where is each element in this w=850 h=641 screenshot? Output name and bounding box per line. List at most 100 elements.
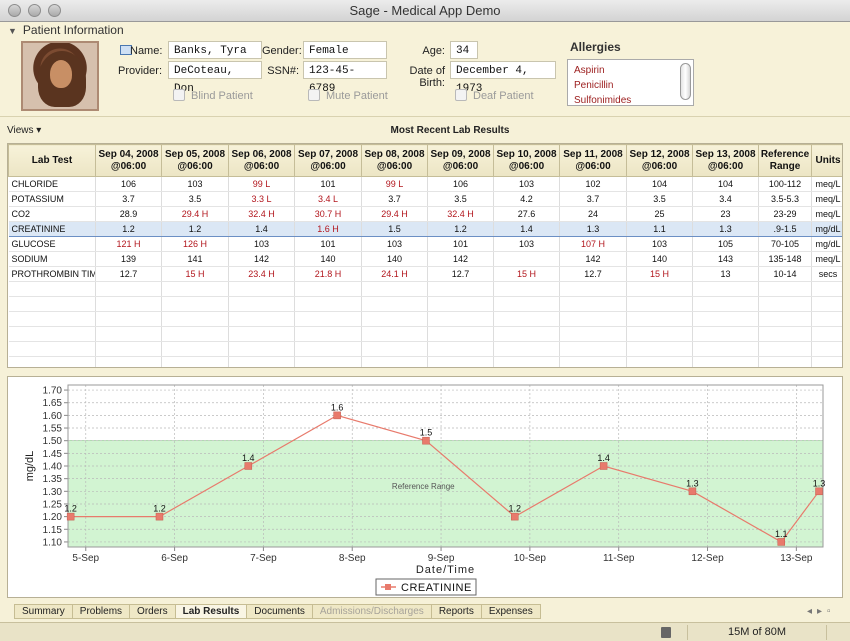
lab-value-cell: 105 (692, 236, 759, 252)
lab-value-cell: 141 (161, 251, 229, 267)
tab-scroll-arrows[interactable]: ◂▸▫ (807, 606, 836, 617)
lab-results-table[interactable]: Lab Test Sep 04, 2008 @06:00 Sep 05, 2008 … (7, 143, 843, 368)
y-tick-label: 1.40 (43, 462, 63, 473)
column-header[interactable]: Sep 06, 2008 @06:00 (228, 144, 295, 177)
tab-documents[interactable]: Documents (247, 604, 313, 619)
table-row[interactable]: CO2 28.9 29.4 H 32.4 H 30.7 H 29.4 H 32.4 H 27.… (8, 206, 842, 222)
lab-value-cell: 140 (361, 251, 428, 267)
lab-value-cell: 12.7 (427, 266, 494, 282)
data-label: 1.3 (813, 478, 826, 488)
data-point (155, 512, 164, 521)
close-window-button[interactable] (8, 4, 21, 17)
column-header[interactable]: Reference Range (758, 144, 812, 177)
data-label: 1.5 (420, 428, 433, 438)
x-tick-label: 11-Sep (603, 553, 635, 564)
lab-value-cell: 23 (692, 206, 759, 222)
allergy-item[interactable]: Penicillin (574, 80, 613, 91)
column-header[interactable]: Units (811, 144, 842, 177)
reference-range-cell: 10-14 (758, 266, 812, 282)
lab-test-name: POTASSIUM (8, 191, 96, 207)
lab-test-name: CREATININE (8, 221, 96, 237)
lab-test-name: CHLORIDE (8, 176, 96, 192)
minimize-window-button[interactable] (28, 4, 41, 17)
views-menu[interactable]: Views ▾ (7, 125, 41, 136)
header-lab-test[interactable]: Lab Test (8, 144, 96, 177)
ssn-label: SSN#: (267, 65, 299, 77)
data-point (422, 436, 430, 445)
table-row[interactable]: CREATININE 1.2 1.2 1.4 1.6 H 1.5 1.2 1.4 1.3 1.1 1… (8, 221, 842, 237)
allergy-item[interactable]: Aspirin (574, 65, 605, 76)
tab-expenses[interactable]: Expenses (481, 604, 541, 619)
data-point (511, 512, 519, 521)
zoom-window-button[interactable] (48, 4, 61, 17)
lab-value-cell: 139 (95, 251, 162, 267)
tab-summary[interactable]: Summary (14, 604, 73, 619)
column-header[interactable]: Sep 09, 2008 @06:00 (427, 144, 494, 177)
lab-value-cell: 3.7 (559, 191, 627, 207)
lab-value-cell: 1.3 (692, 221, 759, 237)
tab-orders[interactable]: Orders (130, 604, 176, 619)
table-row[interactable]: POTASSIUM 3.7 3.5 3.3 L 3.4 L 3.7 3.5 4.2 3.7 3.5… (8, 191, 842, 207)
patient-section-header[interactable]: ▼ Patient Information (8, 23, 124, 37)
reference-range-label: Reference Range (392, 482, 455, 491)
mute-patient-label: Mute Patient (326, 90, 388, 102)
lab-value-cell: 30.7 H (294, 206, 362, 222)
data-point (66, 512, 75, 521)
allergies-list[interactable]: Aspirin Penicillin Sulfonimides (567, 59, 694, 106)
tab-lab-results[interactable]: Lab Results (175, 604, 248, 619)
empty-table-row (8, 356, 842, 367)
y-tick-label: 1.65 (43, 398, 63, 409)
lab-value-cell: 3.4 (692, 191, 759, 207)
mute-patient-checkbox[interactable]: Mute Patient (308, 89, 388, 102)
allergies-scrollbar[interactable] (680, 63, 691, 100)
column-header[interactable]: Sep 08, 2008 @06:00 (361, 144, 428, 177)
empty-table-row (8, 311, 842, 327)
y-tick-label: 1.25 (43, 499, 63, 510)
tab-reports[interactable]: Reports (431, 604, 482, 619)
y-tick-label: 1.20 (43, 512, 63, 523)
disclosure-triangle-icon[interactable]: ▼ (8, 26, 17, 36)
data-label: 1.2 (153, 504, 166, 514)
allergy-item[interactable]: Sulfonimides (574, 95, 631, 105)
data-point (815, 487, 823, 496)
column-header[interactable]: Sep 05, 2008 @06:00 (161, 144, 229, 177)
column-header[interactable]: Sep 04, 2008 @06:00 (95, 144, 162, 177)
lab-value-cell: 24.1 H (361, 266, 428, 282)
lab-value-cell: 101 (294, 176, 362, 192)
tab-problems[interactable]: Problems (72, 604, 131, 619)
x-tick-label: 6-Sep (161, 553, 188, 564)
table-row[interactable]: PROTHROMBIN TIME 12.7 15 H 23.4 H 21.8 H 24.1… (8, 266, 842, 282)
column-header[interactable]: Sep 10, 2008 @06:00 (493, 144, 560, 177)
reference-range-cell: 135-148 (758, 251, 812, 267)
lab-value-cell: 1.3 (559, 221, 627, 237)
column-header[interactable]: Sep 13, 2008 @06:00 (692, 144, 759, 177)
y-axis-label: mg/dL (24, 451, 36, 482)
column-header[interactable]: Sep 11, 2008 @06:00 (559, 144, 627, 177)
lab-value-cell: 28.9 (95, 206, 162, 222)
blind-patient-checkbox[interactable]: Blind Patient (173, 89, 253, 102)
table-row[interactable]: GLUCOSE 121 H 126 H 103 101 103 101 103 107 H 103… (8, 236, 842, 252)
table-row[interactable]: CHLORIDE 106 103 99 L 101 99 L 106 103 102 104 104… (8, 176, 842, 192)
deaf-patient-checkbox[interactable]: Deaf Patient (455, 89, 534, 102)
column-header[interactable]: Sep 12, 2008 @06:00 (626, 144, 693, 177)
lab-value-cell: 142 (228, 251, 295, 267)
lab-value-cell: 104 (692, 176, 759, 192)
table-row[interactable]: SODIUM 139 141 142 140 140 142 142 140 143 135-148… (8, 251, 842, 267)
x-axis-label: Date/Time (416, 564, 475, 576)
gender-label: Gender: (262, 45, 302, 57)
column-header[interactable]: Sep 07, 2008 @06:00 (294, 144, 362, 177)
lab-value-cell: 15 H (493, 266, 560, 282)
data-label: 1.2 (64, 504, 77, 514)
lab-value-cell: 1.4 (228, 221, 295, 237)
data-point (688, 487, 697, 496)
units-cell: meq/L (811, 251, 842, 267)
lab-value-cell: 32.4 H (427, 206, 494, 222)
trash-icon[interactable] (661, 627, 671, 638)
y-tick-label: 1.50 (43, 436, 63, 447)
data-label: 1.4 (597, 453, 610, 463)
legend-marker (385, 584, 391, 590)
lab-value-cell: 103 (361, 236, 428, 252)
lab-value-cell: 140 (626, 251, 693, 267)
x-tick-label: 12-Sep (691, 553, 724, 564)
x-tick-label: 5-Sep (72, 553, 99, 564)
